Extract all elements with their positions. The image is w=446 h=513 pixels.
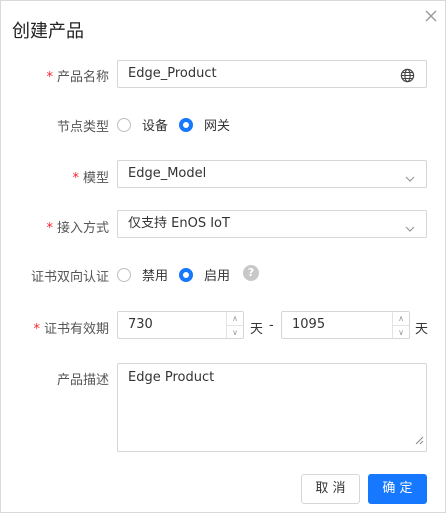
dialog-title: 创建产品 (12, 21, 84, 42)
model-value: Edge_Model (128, 166, 207, 181)
radio-checked-icon (179, 117, 193, 132)
confirm-button[interactable]: 确 定 (368, 474, 427, 504)
node-type-label: 节点类型 (56, 120, 109, 135)
cert-validity-label: * 证书有效期 (13, 318, 109, 337)
required-mark: * (72, 171, 79, 186)
node-type-gateway-label: 网关 (204, 119, 231, 134)
cert-validity-to-input[interactable]: 1095 ∧ ∨ (281, 311, 410, 339)
create-product-dialog: 创建产品 * 产品名称 Edge_Product 节点类型 设备 网关 * 模型 E… (0, 0, 446, 513)
stepper-down-icon[interactable]: ∨ (393, 326, 409, 339)
description-value: Edge Product (128, 370, 215, 385)
radio-checked-icon (179, 267, 193, 282)
cert-auth-disable-label: 禁用 (142, 269, 169, 284)
cert-auth-label: 证书双向认证 (30, 270, 109, 285)
range-separator: - (269, 318, 274, 333)
number-stepper[interactable]: ∧ ∨ (392, 312, 409, 338)
help-icon[interactable]: ? (243, 265, 259, 281)
product-name-input[interactable]: Edge_Product (117, 60, 427, 88)
access-method-value: 仅支持 EnOS IoT (128, 216, 230, 231)
number-stepper[interactable]: ∧ ∨ (226, 312, 243, 338)
access-method-label-text: 接入方式 (56, 221, 109, 236)
cert-validity-to-value: 1095 (292, 317, 326, 332)
node-type-device-radio[interactable]: 设备 (117, 115, 168, 134)
cert-validity-from-unit: 天 (250, 322, 264, 337)
cert-validity-from-value: 730 (128, 317, 153, 332)
stepper-down-icon[interactable]: ∨ (227, 326, 243, 339)
cert-auth-disable-radio[interactable]: 禁用 (117, 265, 168, 284)
chevron-down-icon (404, 169, 416, 182)
chevron-down-icon (404, 219, 416, 232)
cert-validity-label-text: 证书有效期 (43, 322, 109, 337)
description-textarea[interactable]: Edge Product (117, 363, 427, 452)
product-name-value: Edge_Product (128, 66, 217, 81)
close-icon[interactable] (421, 6, 441, 26)
stepper-up-icon[interactable]: ∧ (393, 312, 409, 326)
stepper-up-icon[interactable]: ∧ (227, 312, 243, 326)
access-method-select[interactable]: 仅支持 EnOS IoT (117, 210, 427, 238)
node-type-gateway-radio[interactable]: 网关 (179, 115, 230, 134)
model-label: * 模型 (13, 167, 109, 186)
product-name-label-text: 产品名称 (56, 70, 109, 85)
required-mark: * (46, 70, 53, 85)
model-label-text: 模型 (82, 171, 109, 186)
required-mark: * (33, 322, 40, 337)
node-type-device-label: 设备 (142, 119, 169, 134)
resize-handle-icon[interactable] (415, 434, 424, 449)
globe-icon[interactable] (400, 67, 415, 93)
cert-validity-to-unit: 天 (415, 322, 429, 337)
description-label: 产品描述 (56, 373, 109, 388)
product-name-label: * 产品名称 (13, 66, 109, 85)
cancel-button[interactable]: 取 消 (301, 474, 360, 504)
access-method-label: * 接入方式 (13, 217, 109, 236)
cert-auth-enable-radio[interactable]: 启用 (179, 265, 230, 284)
model-select[interactable]: Edge_Model (117, 160, 427, 188)
required-mark: * (46, 221, 53, 236)
cert-validity-from-input[interactable]: 730 ∧ ∨ (117, 311, 244, 339)
cert-auth-enable-label: 启用 (204, 269, 231, 284)
radio-icon (117, 267, 131, 282)
radio-icon (117, 117, 131, 132)
